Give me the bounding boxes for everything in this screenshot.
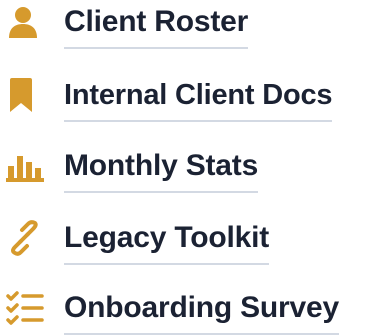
nav-item-legacy-toolkit[interactable]: Legacy Toolkit (6, 216, 270, 265)
nav-item-client-roster[interactable]: Client Roster (6, 0, 249, 49)
nav-item-label: Internal Client Docs (64, 79, 333, 122)
nav-item-label: Legacy Toolkit (64, 221, 270, 265)
person-icon (6, 2, 48, 42)
nav-item-label: Client Roster (64, 5, 249, 49)
nav-item-monthly-stats[interactable]: Monthly Stats (6, 144, 259, 193)
link-icon (6, 218, 48, 258)
nav-item-internal-client-docs[interactable]: Internal Client Docs (6, 73, 333, 122)
nav-item-label: Onboarding Survey (64, 291, 339, 335)
bar-chart-icon (6, 146, 48, 186)
nav-item-label: Monthly Stats (64, 149, 259, 193)
nav-list: Client Roster Internal Client Docs Month… (0, 0, 389, 335)
nav-item-onboarding-survey[interactable]: Onboarding Survey (6, 286, 339, 335)
checklist-icon (6, 288, 48, 328)
bookmark-icon (6, 75, 48, 115)
